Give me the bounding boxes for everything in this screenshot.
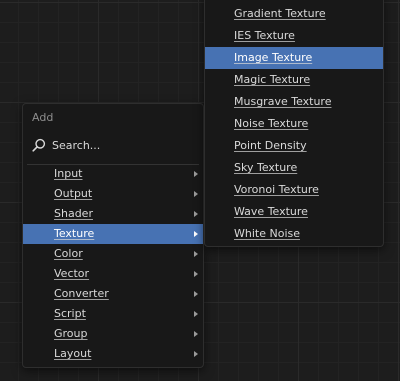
- submenu-item-image-texture[interactable]: Image Texture: [205, 47, 383, 69]
- submenu-arrow-icon: [194, 251, 198, 257]
- menu-item-converter[interactable]: Converter: [23, 284, 203, 304]
- menu-item-input[interactable]: Input: [23, 164, 203, 184]
- submenu-arrow-icon: [194, 351, 198, 357]
- submenu-arrow-icon: [194, 171, 198, 177]
- submenu-arrow-icon: [194, 291, 198, 297]
- search-item[interactable]: Search...: [23, 134, 203, 156]
- submenu-arrow-icon: [194, 331, 198, 337]
- submenu-item-label: Image Texture: [234, 51, 313, 64]
- add-menu-items: Input Output Shader Texture Color Vector Conve…: [23, 164, 203, 364]
- menu-item-color[interactable]: Color: [23, 244, 203, 264]
- texture-submenu-items: Gradient Texture IES Texture Image Texture…: [205, 3, 383, 245]
- submenu-item-sky-texture[interactable]: Sky Texture: [205, 157, 383, 179]
- submenu-item-label: Voronoi Texture: [234, 183, 319, 196]
- submenu-arrow-icon: [194, 231, 198, 237]
- submenu-item-label: Magic Texture: [234, 73, 311, 86]
- submenu-item-label: Sky Texture: [234, 161, 298, 174]
- menu-item-label: Output: [54, 187, 93, 200]
- submenu-arrow-icon: [194, 271, 198, 277]
- submenu-item-ies-texture[interactable]: IES Texture: [205, 25, 383, 47]
- submenu-item-magic-texture[interactable]: Magic Texture: [205, 69, 383, 91]
- menu-item-label: Script: [54, 307, 86, 320]
- submenu-item-musgrave-texture[interactable]: Musgrave Texture: [205, 91, 383, 113]
- menu-item-output[interactable]: Output: [23, 184, 203, 204]
- submenu-item-voronoi-texture[interactable]: Voronoi Texture: [205, 179, 383, 201]
- submenu-item-wave-texture[interactable]: Wave Texture: [205, 201, 383, 223]
- submenu-item-label: IES Texture: [234, 29, 295, 42]
- menu-item-label: Texture: [54, 227, 95, 240]
- submenu-item-label: White Noise: [234, 227, 300, 240]
- menu-item-label: Vector: [54, 267, 90, 280]
- menu-item-label: Shader: [54, 207, 93, 220]
- search-icon: [32, 138, 46, 152]
- submenu-arrow-icon: [194, 191, 198, 197]
- submenu-item-label: Noise Texture: [234, 117, 309, 130]
- texture-submenu: Gradient Texture IES Texture Image Texture…: [204, 0, 384, 247]
- menu-item-group[interactable]: Group: [23, 324, 203, 344]
- menu-item-shader[interactable]: Shader: [23, 204, 203, 224]
- search-label: Search...: [52, 138, 101, 152]
- submenu-item-label: Point Density: [234, 139, 307, 152]
- menu-item-vector[interactable]: Vector: [23, 264, 203, 284]
- menu-item-script[interactable]: Script: [23, 304, 203, 324]
- submenu-arrow-icon: [194, 311, 198, 317]
- submenu-item-label: Gradient Texture: [234, 7, 326, 20]
- add-menu: Add Search... Input Output Shader Texture Co…: [22, 103, 204, 368]
- menu-item-texture[interactable]: Texture: [23, 224, 203, 244]
- submenu-item-label: Musgrave Texture: [234, 95, 332, 108]
- menu-item-label: Converter: [54, 287, 109, 300]
- menu-item-label: Color: [54, 247, 83, 260]
- menu-item-layout[interactable]: Layout: [23, 344, 203, 364]
- submenu-item-white-noise[interactable]: White Noise: [205, 223, 383, 245]
- menu-item-label: Group: [54, 327, 88, 340]
- submenu-item-noise-texture[interactable]: Noise Texture: [205, 113, 383, 135]
- submenu-item-point-density[interactable]: Point Density: [205, 135, 383, 157]
- add-menu-title: Add: [32, 111, 54, 124]
- submenu-item-gradient-texture[interactable]: Gradient Texture: [205, 3, 383, 25]
- submenu-item-label: Wave Texture: [234, 205, 308, 218]
- menu-item-label: Input: [54, 167, 83, 180]
- submenu-arrow-icon: [194, 211, 198, 217]
- menu-item-label: Layout: [54, 347, 92, 360]
